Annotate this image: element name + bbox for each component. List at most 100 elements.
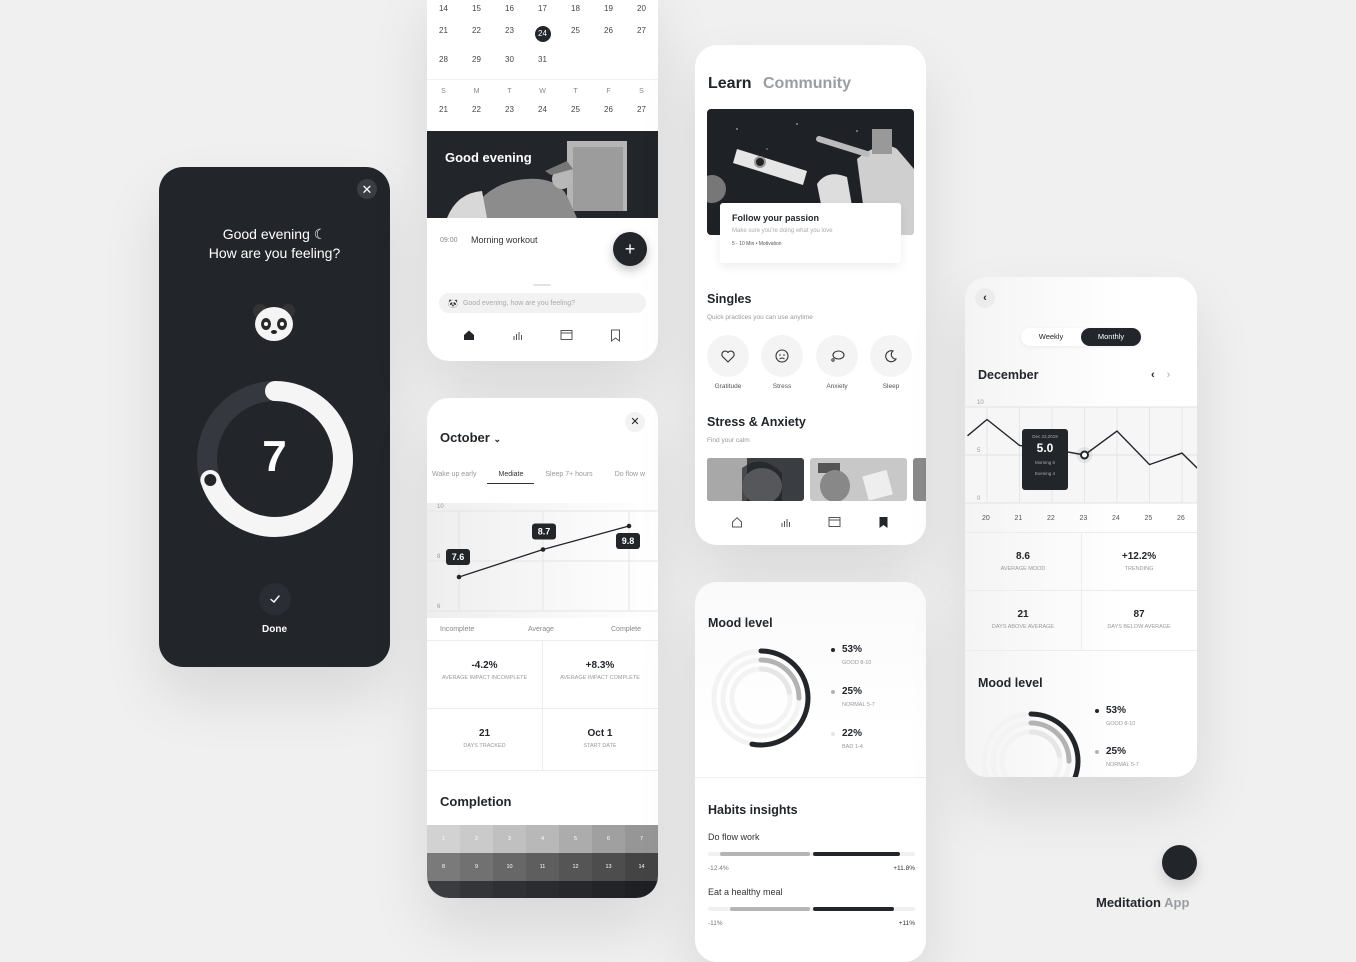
completion-day-cell[interactable]: 13	[592, 853, 625, 881]
week-day[interactable]: 26	[592, 100, 625, 122]
week-day[interactable]: 21	[427, 100, 460, 122]
calendar-day[interactable]: 31	[526, 55, 559, 64]
completion-day-cell[interactable]: 7	[625, 825, 658, 853]
habit-negative-value: -12.4%	[708, 865, 729, 872]
bookmark-icon[interactable]	[876, 514, 892, 530]
calendar-day[interactable]: 25	[559, 26, 592, 42]
calendar-day[interactable]: 16	[493, 4, 526, 13]
home-icon[interactable]	[461, 327, 477, 343]
completion-day-cell[interactable]: 11	[526, 853, 559, 881]
habits-insights-title: Habits insights	[708, 803, 798, 817]
completion-day-cell[interactable]: 4	[526, 825, 559, 853]
calendar-day[interactable]: 21	[427, 26, 460, 42]
completion-day-cell[interactable]: 6	[592, 825, 625, 853]
tab-community[interactable]: Community	[763, 75, 851, 93]
tab-learn[interactable]: Learn	[708, 75, 752, 93]
week-day[interactable]: 24	[526, 100, 559, 122]
highlighted-point[interactable]	[1080, 450, 1089, 460]
next-month-button[interactable]: ›	[1167, 369, 1171, 381]
prev-month-button[interactable]: ‹	[1151, 369, 1155, 381]
drag-handle[interactable]	[533, 284, 551, 286]
completion-day-cell[interactable]: 1	[427, 825, 460, 853]
week-day[interactable]: 27	[625, 100, 658, 122]
habit-tab[interactable]: Sleep 7+ hours	[534, 471, 603, 484]
toggle-weekly[interactable]: Weekly	[1021, 328, 1081, 346]
home-icon[interactable]	[729, 514, 745, 530]
session-thumbnail[interactable]	[810, 458, 907, 501]
session-thumbnail[interactable]	[913, 458, 926, 501]
back-button[interactable]: ‹	[975, 288, 995, 308]
completion-day-cell[interactable]: 10	[493, 853, 526, 881]
month-selector[interactable]: October ⌄	[440, 430, 501, 445]
featured-meta: 5 - 10 Min • Motivation	[732, 241, 782, 247]
habit-tab[interactable]: Wake up early	[427, 471, 487, 484]
calendar-day[interactable]: 24	[526, 26, 559, 42]
calendar-icon[interactable]	[559, 327, 575, 343]
calendar-day[interactable]: 15	[460, 4, 493, 13]
chart-tooltip: Dec 23,2019 5.0 Morning 6 Evening 4	[1022, 429, 1068, 490]
calendar-day[interactable]: 20	[625, 4, 658, 13]
week-day[interactable]: 22	[460, 100, 493, 122]
thought-bubble-icon	[830, 350, 845, 362]
brand-name: Meditation	[1096, 895, 1161, 910]
stat-start-date: Oct 1 Start date	[583, 728, 617, 749]
positive-impact-bar	[812, 852, 900, 856]
done-button[interactable]	[259, 583, 291, 615]
calendar-day[interactable]: 19	[592, 4, 625, 13]
habit-impact-bar	[708, 852, 915, 856]
single-stress[interactable]: Stress	[761, 335, 803, 390]
week-day[interactable]: 23	[493, 100, 526, 122]
check-icon	[270, 595, 280, 603]
completion-day-cell[interactable]: 14	[625, 853, 658, 881]
week-days-row: 21 22 23 24 25 26 27	[427, 100, 658, 122]
mood-prompt-input[interactable]: 🐼 Good evening, how are you feeling?	[439, 293, 646, 313]
stats-icon[interactable]	[778, 514, 794, 530]
data-point[interactable]	[626, 523, 632, 529]
selected-day[interactable]: 24	[534, 26, 551, 42]
data-point[interactable]	[540, 547, 546, 552]
toggle-monthly[interactable]: Monthly	[1081, 328, 1141, 346]
habit-name: Eat a healthy meal	[708, 887, 783, 897]
calendar-icon[interactable]	[827, 514, 843, 530]
weekday-header: S	[639, 88, 644, 95]
close-button[interactable]: ✕	[357, 179, 377, 199]
habit-tab[interactable]: Do flow w	[604, 471, 656, 484]
session-thumbnail[interactable]	[707, 458, 804, 501]
mood-level-title: Mood level	[708, 616, 773, 630]
habit-positive-value: +11%	[898, 920, 915, 927]
week-day[interactable]: 25	[559, 100, 592, 122]
close-button[interactable]: ✕	[625, 412, 645, 432]
weekday-header: M	[473, 88, 480, 95]
habit-tab[interactable]: Mediate	[487, 471, 535, 484]
completion-day-cell[interactable]: 12	[559, 853, 592, 881]
add-button[interactable]: +	[613, 232, 647, 266]
single-anxiety[interactable]: Anxiety	[816, 335, 858, 390]
calendar-day[interactable]: 30	[493, 55, 526, 64]
prompt-placeholder: Good evening, how are you feeling?	[462, 299, 576, 307]
calendar-day[interactable]: 28	[427, 55, 460, 64]
calendar-day[interactable]: 26	[592, 26, 625, 42]
completion-day-cell[interactable]: 5	[559, 825, 592, 853]
completion-day-cell[interactable]: 9	[460, 853, 493, 881]
task-name[interactable]: Morning workout	[471, 235, 538, 245]
completion-day-cell[interactable]: 8	[427, 853, 460, 881]
calendar-day[interactable]: 22	[460, 26, 493, 42]
completion-day-cell[interactable]: 2	[460, 825, 493, 853]
completion-day-cell[interactable]: 3	[493, 825, 526, 853]
calendar-day[interactable]: 18	[559, 4, 592, 13]
bookmark-icon[interactable]	[608, 327, 624, 343]
negative-impact-bar	[719, 852, 811, 856]
completion-day-cell	[460, 881, 493, 898]
calendar-day[interactable]: 27	[625, 26, 658, 42]
calendar-day[interactable]: 17	[526, 4, 559, 13]
calendar-day[interactable]: 14	[427, 4, 460, 13]
calendar-day[interactable]: 23	[493, 26, 526, 42]
bottom-nav	[695, 514, 926, 530]
featured-session-card[interactable]: Follow your passion Make sure you're doi…	[720, 203, 901, 263]
data-label: 9.8	[616, 533, 640, 549]
stats-icon[interactable]	[510, 327, 526, 343]
calendar-day[interactable]: 29	[460, 55, 493, 64]
data-point[interactable]	[456, 574, 462, 580]
single-sleep[interactable]: Sleep	[870, 335, 912, 390]
single-gratitude[interactable]: Gratitude	[707, 335, 749, 390]
